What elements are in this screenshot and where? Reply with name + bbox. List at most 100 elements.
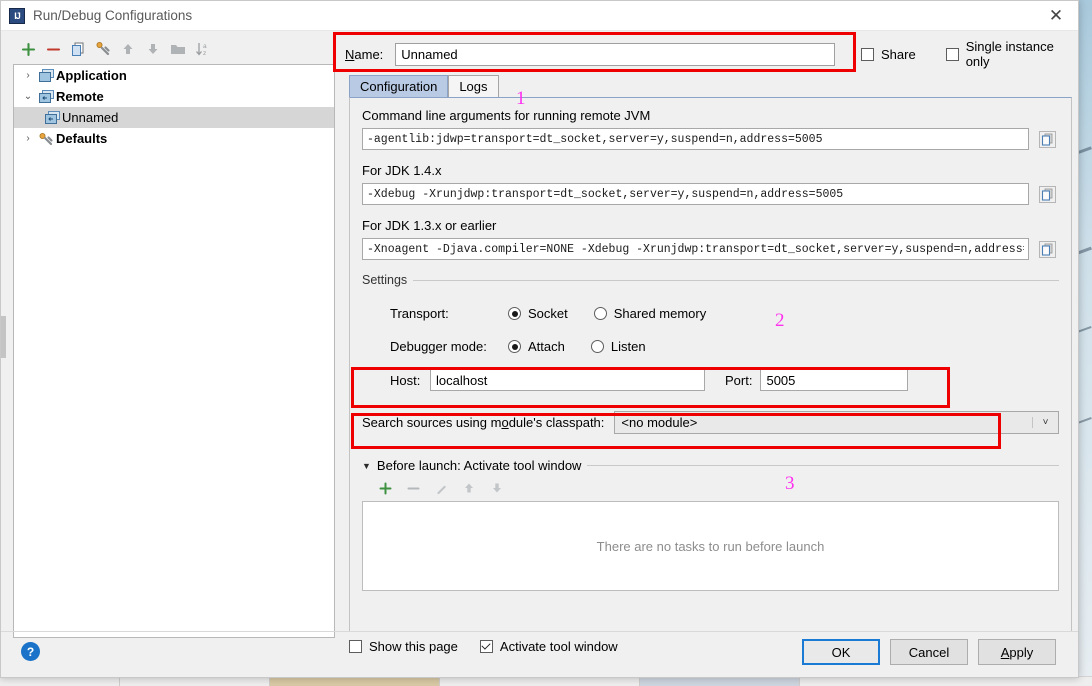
configuration-tab-content: Command line arguments for running remot… [349, 97, 1072, 632]
before-launch-task-list[interactable]: There are no tasks to run before launch [362, 501, 1059, 591]
host-input[interactable] [430, 369, 705, 391]
port-input[interactable] [760, 369, 909, 391]
before-launch-toolbar [362, 475, 1059, 501]
tab-logs[interactable]: Logs [448, 75, 499, 97]
cmdline-input[interactable] [362, 128, 1029, 150]
taskbar-item-5[interactable] [640, 677, 800, 686]
application-icon [36, 69, 56, 82]
tree-item-label: Defaults [56, 131, 108, 146]
remote-icon [36, 90, 56, 103]
taskbar-item-2[interactable] [120, 677, 270, 686]
jdk13-input[interactable] [362, 238, 1029, 260]
chevron-down-icon[interactable]: ˅ [1032, 417, 1058, 428]
share-checkbox[interactable]: Share [861, 47, 916, 62]
cmdline-row [362, 127, 1059, 151]
add-button[interactable] [17, 38, 39, 60]
port-label: Port: [725, 372, 753, 388]
tab-configuration[interactable]: Configuration [349, 75, 449, 97]
triangle-down-icon[interactable]: ▼ [362, 461, 371, 471]
tree-item-remote[interactable]: ⌄ Remote [14, 86, 334, 107]
cancel-button[interactable]: Cancel [890, 639, 968, 665]
copy-icon[interactable] [1035, 127, 1059, 151]
configurations-panel: a z › Application ⌄ Remote Unnamed › Def… [13, 36, 335, 638]
debugger-mode-row: Debugger mode: Attach Listen [390, 330, 1059, 363]
dialog-footer: ? OK Cancel Apply [1, 631, 1078, 677]
jdk14-row [362, 182, 1059, 206]
taskbar-item-3[interactable] [270, 677, 440, 686]
sort-button[interactable]: a z [192, 38, 214, 60]
expand-arrow-icon[interactable]: › [20, 133, 36, 144]
tree-item-defaults[interactable]: › Defaults [14, 128, 334, 149]
ok-button[interactable]: OK [802, 639, 880, 665]
tree-item-unnamed[interactable]: Unnamed [14, 107, 334, 128]
move-task-up-button[interactable] [458, 477, 480, 499]
name-label: Name: [345, 46, 384, 62]
configurations-toolbar: a z [13, 36, 335, 62]
debugger-mode-label: Debugger mode: [390, 339, 487, 354]
configurations-tree[interactable]: › Application ⌄ Remote Unnamed › Default… [13, 64, 335, 638]
host-port-row: Host: Port: [362, 367, 1059, 393]
taskbar-item-4[interactable] [440, 677, 640, 686]
radio-button [590, 340, 604, 353]
transport-option-shared-memory[interactable]: Shared memory [593, 306, 707, 321]
edit-defaults-button[interactable] [92, 38, 114, 60]
radio-button [508, 340, 521, 353]
jdk14-label: For JDK 1.4.x [362, 163, 442, 178]
panel-splitter[interactable] [1, 316, 6, 358]
host-label: Host: [390, 372, 421, 388]
editor-tabs: Configuration Logs [349, 75, 499, 97]
close-icon[interactable]: ✕ [1034, 1, 1078, 31]
debugger-mode-option-listen[interactable]: Listen [590, 339, 646, 354]
collapse-arrow-icon[interactable]: ⌄ [20, 91, 36, 102]
annotation-marker-1: 1 [516, 88, 526, 109]
remove-button[interactable] [42, 38, 64, 60]
window-title: Run/Debug Configurations [33, 8, 193, 23]
single-instance-checkbox[interactable]: Single instance only [945, 39, 1072, 69]
debugger-mode-option-attach[interactable]: Attach [508, 339, 565, 354]
copy-icon[interactable] [1035, 237, 1059, 261]
move-task-down-button[interactable] [486, 477, 508, 499]
add-task-button[interactable] [374, 477, 396, 499]
transport-option-label: Socket [528, 306, 568, 321]
group-divider [587, 465, 1059, 466]
before-launch-header[interactable]: ▼ Before launch: Activate tool window [362, 458, 1059, 473]
run-debug-configurations-dialog: IJ Run/Debug Configurations ✕ a z › Appl… [0, 0, 1079, 678]
radio-button [508, 307, 521, 320]
move-up-button[interactable] [117, 38, 139, 60]
share-options: Share Single instance only [861, 39, 1072, 69]
configuration-editor-panel: Name: Share Single instance only Configu… [345, 31, 1072, 677]
classpath-selected-value: <no module> [621, 415, 698, 430]
move-down-button[interactable] [142, 38, 164, 60]
copy-button[interactable] [67, 38, 89, 60]
name-input[interactable] [395, 42, 836, 66]
jdk13-label: For JDK 1.3.x or earlier [362, 218, 497, 233]
help-icon[interactable]: ? [21, 642, 40, 661]
tree-item-label: Remote [56, 89, 104, 104]
transport-option-label: Shared memory [613, 306, 707, 321]
name-row: Name: [345, 39, 857, 69]
taskbar-item-1[interactable] [0, 677, 120, 686]
title-bar: IJ Run/Debug Configurations ✕ [1, 1, 1078, 31]
edit-task-button[interactable] [430, 477, 452, 499]
folder-button[interactable] [167, 38, 189, 60]
classpath-dropdown[interactable]: <no module> ˅ [614, 411, 1059, 434]
transport-option-socket[interactable]: Socket [508, 306, 568, 321]
remove-task-button[interactable] [402, 477, 424, 499]
remote-icon [42, 111, 62, 124]
expand-arrow-icon[interactable]: › [20, 70, 36, 81]
classpath-row: Search sources using module's classpath:… [362, 411, 1059, 434]
dialog-body: a z › Application ⌄ Remote Unnamed › Def… [1, 31, 1078, 677]
group-divider [413, 279, 1059, 281]
annotation-marker-2: 2 [775, 310, 785, 331]
tree-item-application[interactable]: › Application [14, 65, 334, 86]
intellij-icon: IJ [9, 7, 25, 24]
classpath-label: Search sources using module's classpath: [362, 415, 605, 430]
debugger-mode-option-label: Attach [528, 339, 565, 354]
jdk14-input[interactable] [362, 183, 1029, 205]
svg-text:z: z [203, 50, 206, 57]
apply-button[interactable]: Apply [978, 639, 1056, 665]
checkbox-box [861, 47, 874, 61]
svg-text:a: a [203, 43, 207, 50]
copy-icon[interactable] [1035, 182, 1059, 206]
defaults-icon [36, 132, 56, 146]
